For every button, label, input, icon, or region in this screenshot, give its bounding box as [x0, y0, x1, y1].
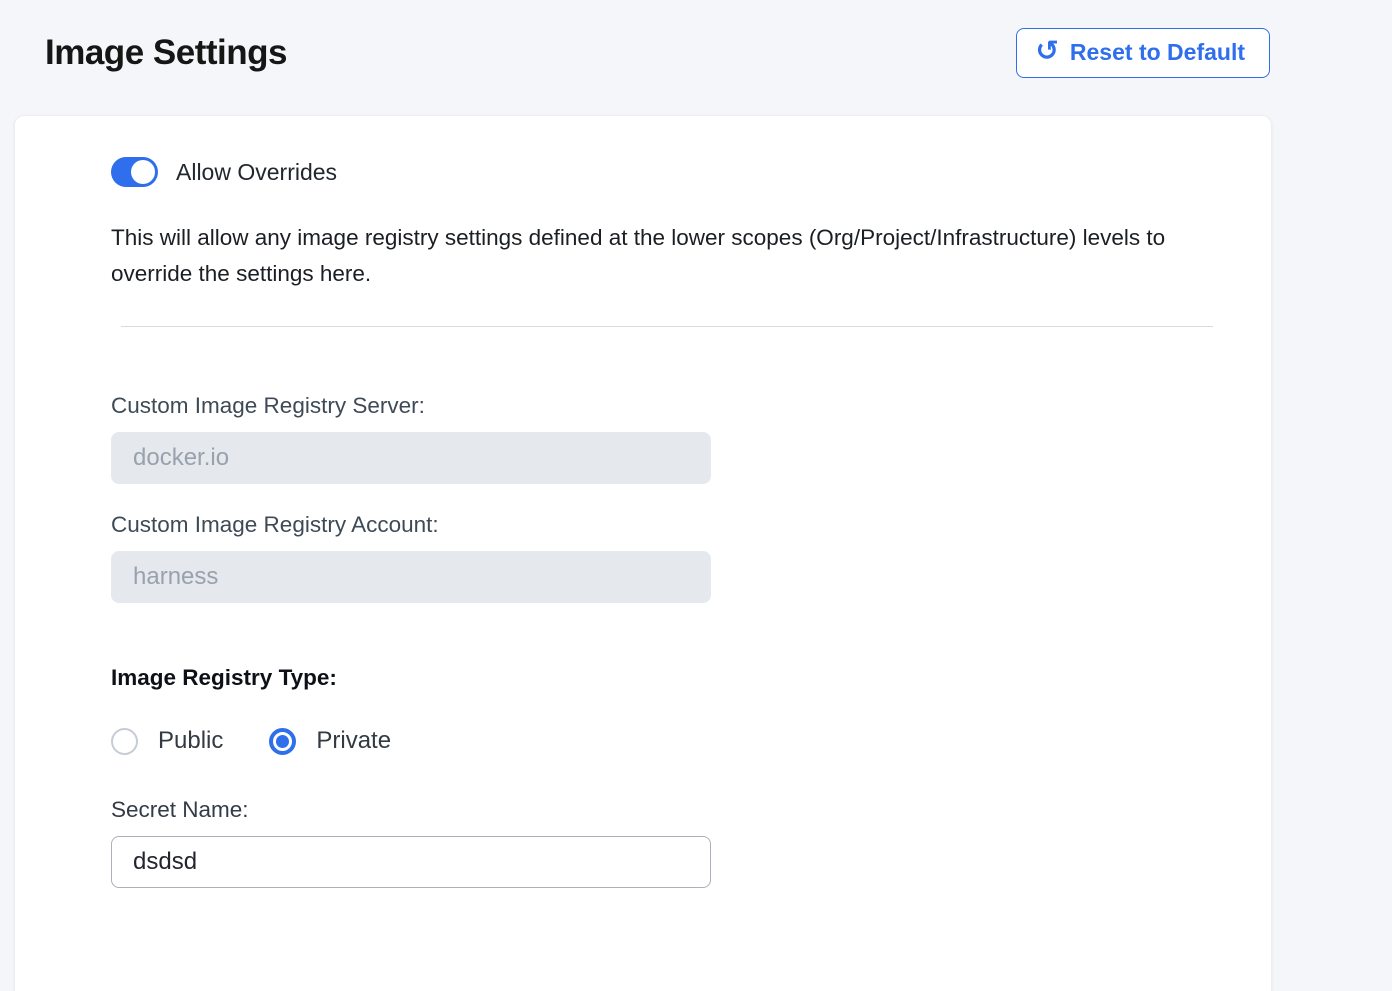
registry-server-input[interactable] — [111, 432, 711, 484]
radio-private-label: Private — [316, 727, 391, 755]
radio-option-private[interactable]: Private — [269, 727, 391, 755]
page-title: Image Settings — [45, 33, 287, 73]
page-header: Image Settings ↺ Reset to Default — [0, 0, 1392, 78]
toggle-knob — [131, 160, 155, 184]
allow-overrides-toggle[interactable] — [111, 157, 158, 187]
secret-name-label: Secret Name: — [111, 797, 1175, 823]
registry-account-label: Custom Image Registry Account: — [111, 512, 1175, 538]
registry-account-field: Custom Image Registry Account: — [111, 512, 1175, 603]
radio-private-circle[interactable] — [269, 728, 296, 755]
radio-public-circle[interactable] — [111, 728, 138, 755]
radio-public-label: Public — [158, 727, 223, 755]
secret-name-field: Secret Name: — [111, 797, 1175, 888]
section-divider — [121, 326, 1213, 327]
registry-account-input[interactable] — [111, 551, 711, 603]
radio-option-public[interactable]: Public — [111, 727, 223, 755]
registry-server-field: Custom Image Registry Server: — [111, 393, 1175, 484]
registry-type-radio-group: Public Private — [111, 727, 1175, 755]
reset-to-default-button[interactable]: ↺ Reset to Default — [1016, 28, 1270, 78]
registry-server-label: Custom Image Registry Server: — [111, 393, 1175, 419]
override-description: This will allow any image registry setti… — [111, 220, 1175, 291]
reset-button-label: Reset to Default — [1070, 39, 1245, 66]
secret-name-input[interactable] — [111, 836, 711, 888]
image-settings-panel: Allow Overrides This will allow any imag… — [14, 115, 1272, 991]
reset-icon: ↺ — [1035, 37, 1058, 65]
allow-overrides-row: Allow Overrides — [111, 157, 1175, 187]
registry-type-label: Image Registry Type: — [111, 665, 1175, 691]
allow-overrides-label: Allow Overrides — [176, 159, 337, 186]
